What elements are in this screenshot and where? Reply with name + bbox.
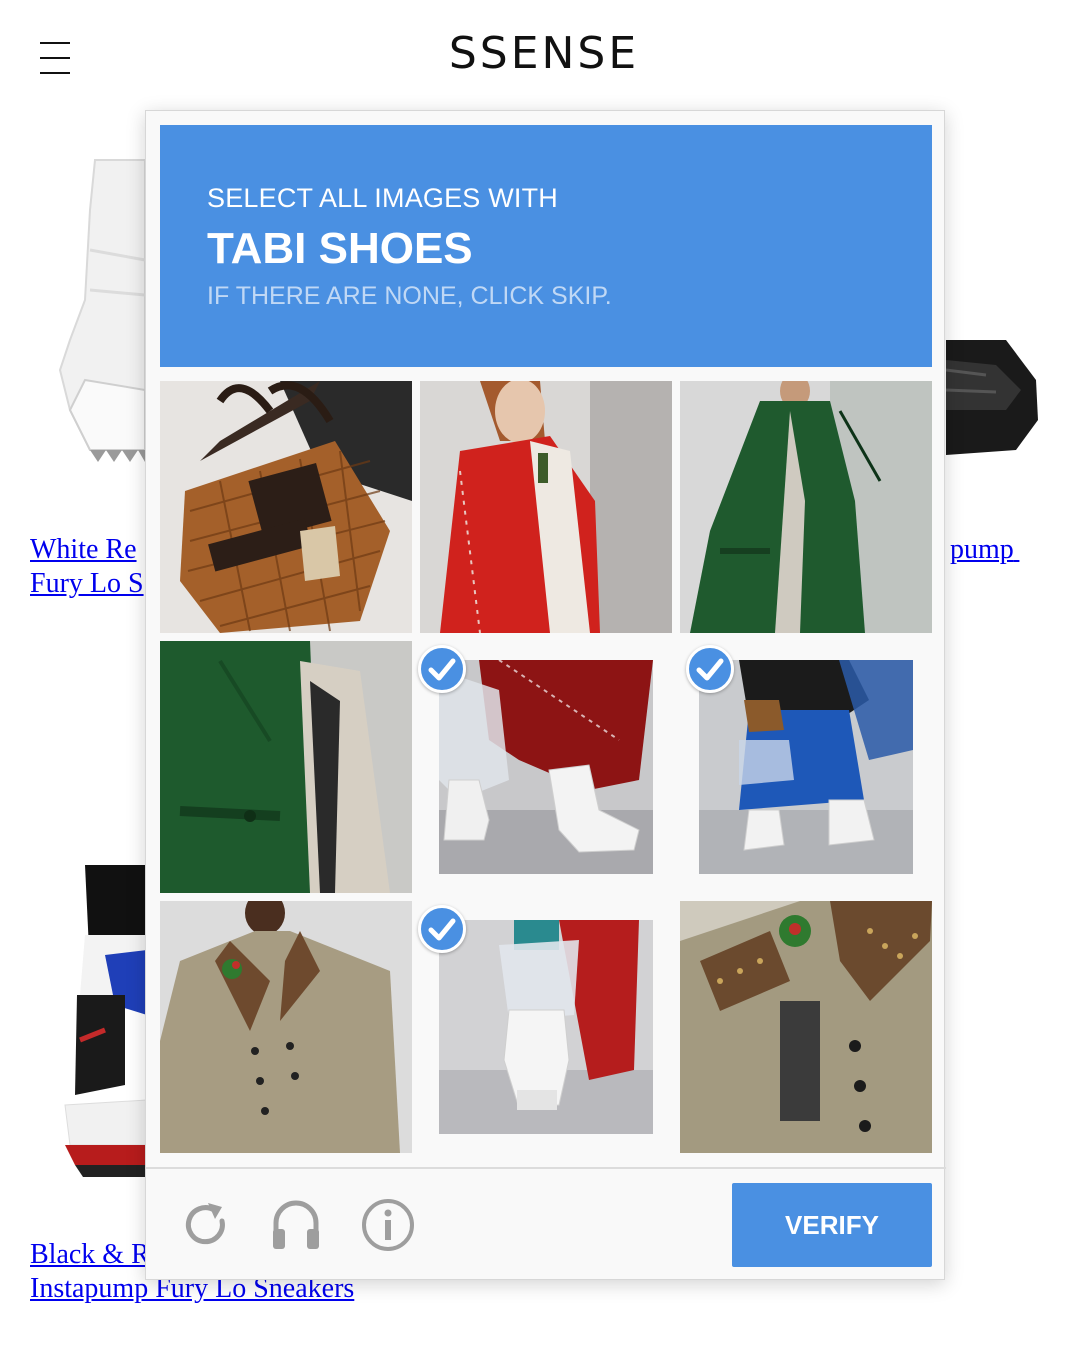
headphones-icon[interactable] — [268, 1197, 324, 1253]
info-icon[interactable] — [360, 1197, 416, 1253]
captcha-target: TABI SHOES — [207, 224, 473, 273]
captcha-tile-green-trench[interactable] — [680, 381, 932, 633]
verify-button[interactable]: VERIFY — [732, 1183, 932, 1267]
footer-divider — [146, 1167, 946, 1169]
selected-check-icon — [418, 905, 466, 953]
product-image-black-sneaker[interactable] — [946, 320, 1046, 470]
refresh-icon[interactable] — [178, 1197, 234, 1253]
product-link-white-sneaker[interactable]: White Re Fury Lo S — [30, 533, 144, 601]
captcha-tile-green-coat-detail[interactable] — [160, 641, 412, 893]
captcha-instruction: SELECT ALL IMAGES WITH — [207, 183, 558, 213]
captcha-modal: SELECT ALL IMAGES WITH TABI SHOES IF THE… — [145, 110, 946, 1280]
product-image-white-sneaker[interactable] — [50, 150, 150, 480]
captcha-prompt: SELECT ALL IMAGES WITH TABI SHOES IF THE… — [160, 125, 932, 367]
selected-check-icon — [418, 645, 466, 693]
product-title-line2: Fury Lo S — [30, 568, 144, 599]
captcha-tile-tweed-coat-detail[interactable] — [680, 901, 932, 1153]
captcha-tile-red-coat-model[interactable] — [420, 381, 672, 633]
captcha-tile-white-tabi-boots[interactable] — [418, 641, 672, 893]
captcha-tile-tweed-coat-model[interactable] — [160, 901, 412, 1153]
product-title-fragment: pump — [950, 534, 1014, 565]
product-title-line1: White Re — [30, 534, 137, 565]
product-image-red-black-sneaker[interactable] — [55, 855, 147, 1180]
selected-check-icon — [686, 645, 734, 693]
captcha-hint: IF THERE ARE NONE, CLICK SKIP. — [207, 282, 612, 310]
product-link-black-sneaker[interactable]: pump — [950, 533, 1019, 567]
captcha-tile-blue-skirt-boots[interactable] — [680, 641, 932, 893]
brand-logo[interactable]: SSENSE — [0, 28, 1088, 79]
captcha-tile-white-tabi-closeup[interactable] — [418, 901, 672, 1153]
captcha-tile-wicker-bag[interactable] — [160, 381, 412, 633]
